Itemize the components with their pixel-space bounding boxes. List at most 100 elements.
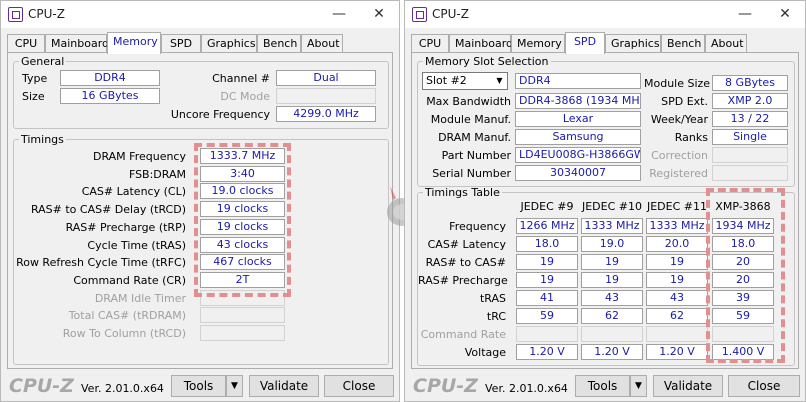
tab-mainboard[interactable]: Mainboard (449, 34, 513, 53)
tab-bench[interactable]: Bench (661, 34, 705, 53)
tab-cpu[interactable]: CPU (7, 34, 45, 53)
table-cell: 19 (516, 254, 578, 270)
table-cell: 20 (712, 272, 774, 288)
week-year-label: Week/Year (650, 113, 708, 126)
table-cell: 43 (581, 290, 643, 306)
tab-about[interactable]: About (301, 34, 343, 53)
minimize-icon[interactable]: — (321, 3, 357, 25)
timing-label: RAS# to CAS# Delay (tRCD) (30, 203, 186, 217)
table-cell: 18.0 (516, 236, 578, 252)
table-row-label: Voltage (464, 346, 506, 359)
footer-bar: CPU-Z Ver. 2.01.0.x64 Tools ▼ Validate C… (405, 372, 805, 402)
column-header: XMP-3868 (715, 200, 771, 213)
tab-memory[interactable]: Memory (107, 32, 161, 54)
close-button[interactable]: Close (324, 375, 394, 397)
tab-about[interactable]: About (705, 34, 747, 53)
table-cell: 59 (516, 308, 578, 324)
uncore-value: 4299.0 MHz (276, 106, 376, 122)
table-cell: 19 (581, 254, 643, 270)
table-cell: 19 (516, 272, 578, 288)
tab-graphics[interactable]: Graphics (201, 34, 257, 53)
size-value: 16 GBytes (60, 88, 160, 104)
cpuz-app-icon (8, 7, 23, 22)
column-header: JEDEC #11 (646, 200, 707, 213)
timing-label: Total CAS# (tRDRAM) (68, 309, 186, 323)
table-cell: 19.0 (581, 236, 643, 252)
column-header: JEDEC #10 (581, 200, 642, 213)
table-row-label: Frequency (449, 220, 506, 233)
table-row-label: tRC (486, 310, 506, 323)
table-cell: 1934 MHz (712, 218, 774, 234)
tab-bar: CPU Mainboard Memory SPD Graphics Bench … (7, 32, 393, 54)
close-button[interactable]: Close (728, 375, 800, 397)
timing-value: 19 clocks (200, 201, 285, 218)
validate-button[interactable]: Validate (249, 375, 319, 397)
tab-spd[interactable]: SPD (161, 34, 201, 53)
table-cell (712, 326, 774, 342)
tools-button[interactable]: Tools (171, 375, 226, 397)
window-title: CPU-Z (432, 7, 469, 21)
max-bandwidth-value: DDR4-3868 (1934 MHz) (515, 93, 641, 109)
table-row-label: Command Rate (420, 328, 506, 341)
table-cell: 59 (712, 308, 774, 324)
table-cell: 19 (646, 254, 708, 270)
timing-value (200, 289, 285, 306)
table-cell: 62 (646, 308, 708, 324)
module-manuf-value: Lexar (515, 111, 641, 127)
table-row-label: tRAS (479, 292, 506, 305)
timing-label: Row Refresh Cycle Time (tRFC) (16, 256, 186, 270)
tab-cpu[interactable]: CPU (411, 34, 449, 53)
timing-label: FSB:DRAM (128, 167, 186, 181)
tab-graphics[interactable]: Graphics (605, 34, 661, 53)
registered-label: Registered (649, 167, 708, 180)
registered-value (712, 165, 788, 181)
spd-ext-label: SPD Ext. (661, 95, 708, 108)
tools-dropdown-icon[interactable]: ▼ (226, 375, 243, 397)
ranks-value: Single (712, 129, 788, 145)
tab-mainboard[interactable]: Mainboard (45, 34, 109, 53)
validate-button[interactable]: Validate (653, 375, 723, 397)
slot-select-value: Slot #2 (426, 74, 467, 87)
close-icon[interactable]: ✕ (361, 3, 397, 25)
table-cell: 20.0 (646, 236, 708, 252)
cpuz-app-icon (412, 7, 427, 22)
tab-memory[interactable]: Memory (511, 34, 565, 53)
chevron-down-icon: ▼ (496, 76, 503, 85)
spd-ext-value: XMP 2.0 (712, 93, 788, 109)
uncore-label: Uncore Frequency (170, 108, 270, 121)
table-cell: 62 (581, 308, 643, 324)
timing-value: 467 clocks (200, 254, 285, 271)
table-cell (646, 326, 708, 342)
correction-value (712, 147, 788, 163)
tools-dropdown-icon[interactable]: ▼ (630, 375, 647, 397)
slot-select[interactable]: Slot #2 ▼ (422, 72, 508, 90)
table-row-label: CAS# Latency (427, 238, 506, 251)
timing-value: 1333.7 MHz (200, 148, 285, 164)
tab-bench[interactable]: Bench (257, 34, 301, 53)
table-cell: 19 (581, 272, 643, 288)
tools-button[interactable]: Tools (575, 375, 630, 397)
table-cell: 1266 MHz (516, 218, 578, 234)
timing-value: 19.0 clocks (200, 183, 285, 200)
table-cell: 1.20 V (581, 344, 643, 360)
table-cell: 1333 MHz (646, 218, 708, 234)
tab-spd[interactable]: SPD (565, 32, 605, 54)
timing-label: RAS# Precharge (tRP) (65, 220, 186, 234)
serial-number-label: Serial Number (432, 167, 511, 180)
timings-legend: Timings (21, 133, 64, 146)
table-cell (581, 326, 643, 342)
dram-manuf-label: DRAM Manuf. (438, 131, 511, 144)
part-number-value: LD4EU008G-H3866GWA (515, 147, 641, 163)
timing-label: Row To Column (tRCD) (62, 327, 186, 340)
close-icon[interactable]: ✕ (767, 3, 803, 25)
table-cell: 41 (516, 290, 578, 306)
version-text: Ver. 2.01.0.x64 (81, 382, 164, 395)
timing-value (200, 307, 285, 324)
minimize-icon[interactable]: — (727, 3, 763, 25)
general-legend: General (21, 55, 65, 68)
module-size-value: 8 GBytes (712, 75, 788, 91)
cpuz-logo: CPU-Z (9, 375, 74, 397)
cpuz-window-spd: CPU-Z — ✕ CPU Mainboard Memory SPD Graph… (404, 0, 806, 402)
timing-label: Command Rate (CR) (73, 273, 186, 287)
module-size-label: Module Size (644, 77, 711, 90)
